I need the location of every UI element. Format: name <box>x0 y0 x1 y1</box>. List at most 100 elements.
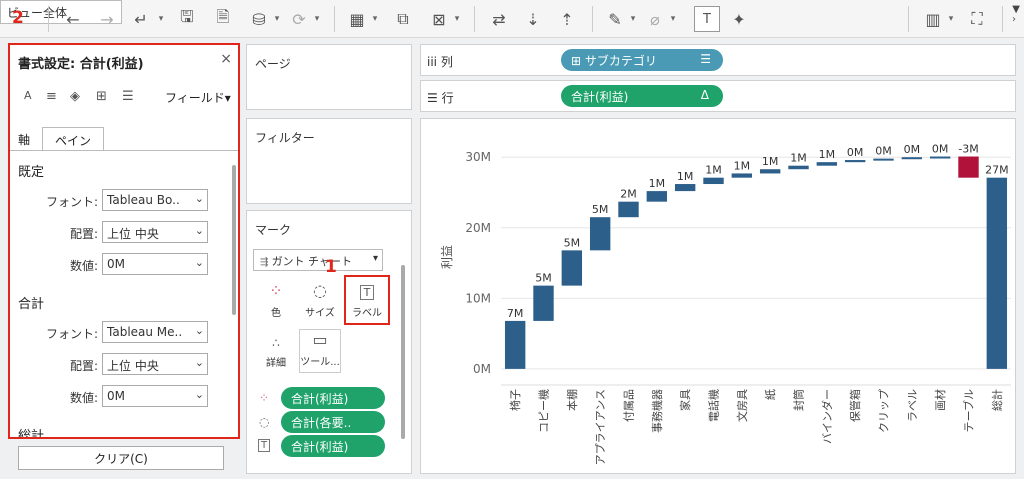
bar <box>618 201 639 218</box>
data-label: 7M <box>507 307 524 320</box>
chevron-down-icon[interactable]: ▾ <box>946 6 956 32</box>
swap-rows-columns-icon[interactable]: ⇄ <box>488 6 510 32</box>
chevron-down-icon[interactable]: ▾ <box>452 6 462 32</box>
lines-format-icon[interactable]: ☰ <box>122 89 134 104</box>
new-datasource-icon[interactable]: 🗎 <box>212 6 234 32</box>
x-tick-label: 電話機 <box>707 389 721 422</box>
chevron-down-icon: ⌄ <box>194 356 204 369</box>
section-default-title: 既定 <box>18 165 45 180</box>
size-button[interactable]: ◌ サイズ <box>299 279 341 323</box>
shading-format-icon[interactable]: ◈ <box>70 89 80 104</box>
more-icon[interactable]: › <box>1008 6 1020 32</box>
redo-icon[interactable]: ↵ <box>130 6 152 32</box>
alignment-select[interactable]: 上位 中央 ⌄ <box>102 221 208 243</box>
waterfall-chart: 0M 10M 20M 30M 利益 7M 椅子 5M コピー機 5M 本棚 5M アプライアンス 2M 付属… <box>440 143 1011 465</box>
data-label: 27M <box>985 164 1009 177</box>
chevron-down-icon: ⌄ <box>194 388 204 401</box>
tab-pane[interactable]: ペイン <box>42 127 105 151</box>
font-select[interactable]: Tableau Bo.. ⌄ <box>102 189 208 211</box>
clear-sheet-icon[interactable]: ⊠ <box>428 6 450 32</box>
sort-ascending-icon[interactable]: ⇣ <box>522 6 544 32</box>
rows-icon: ☰ <box>427 91 442 105</box>
tab-axis[interactable]: 軸 <box>14 127 34 151</box>
borders-format-icon[interactable]: ⊞ <box>96 89 107 104</box>
pause-update-icon[interactable]: ⛁ <box>248 6 270 32</box>
new-sheet-icon[interactable]: ▦ <box>346 6 368 32</box>
data-label: 1M <box>790 152 807 165</box>
close-icon[interactable]: × <box>220 51 232 67</box>
x-tick-label: 画材 <box>933 389 947 411</box>
chevron-down-icon[interactable]: ▾ <box>628 6 638 32</box>
clear-button[interactable]: クリア(C) <box>18 446 224 470</box>
forward-icon[interactable]: → <box>96 6 118 32</box>
pill-profit-label[interactable]: 合計(利益) <box>281 435 385 457</box>
columns-shelf[interactable]: iii 列 ⊞ サブカテゴリ ☰ <box>420 44 1016 76</box>
chevron-down-icon[interactable]: ▾ <box>272 6 282 32</box>
rows-shelf[interactable]: ☰ 行 合計(利益) Δ <box>420 80 1016 112</box>
alignment-label: 配置: <box>69 227 98 241</box>
alignment-format-icon[interactable]: ≡ <box>46 89 57 104</box>
sort-descending-icon[interactable]: ⇡ <box>556 6 578 32</box>
bar <box>958 156 979 178</box>
show-labels-icon[interactable]: T <box>694 6 720 32</box>
pages-shelf[interactable]: ページ <box>246 44 412 110</box>
tab-divider <box>10 150 238 151</box>
chevron-down-icon: ⌄ <box>194 192 204 205</box>
back-icon[interactable]: ← <box>62 6 84 32</box>
pin-icon[interactable]: ✦ <box>728 6 750 32</box>
data-label: 1M <box>819 148 836 161</box>
chevron-down-icon[interactable]: ▾ <box>312 6 322 32</box>
columns-icon: iii <box>427 55 441 69</box>
alignment-select[interactable]: 上位 中央 ⌄ <box>102 353 208 375</box>
filters-shelf[interactable]: フィルター <box>246 118 412 204</box>
color-button[interactable]: ⁘ 色 <box>255 279 297 323</box>
detail-button[interactable]: ∴ 詳細 <box>255 329 297 373</box>
presentation-icon[interactable]: ⛶ <box>966 6 988 32</box>
data-label: 1M <box>677 170 694 183</box>
chevron-down-icon: ▾ <box>372 253 378 264</box>
size-icon: ◌ <box>313 281 327 300</box>
duplicate-sheet-icon[interactable]: ⧉ <box>392 6 414 32</box>
chevron-down-icon[interactable]: ▾ <box>668 6 678 32</box>
x-tick-label: 紙 <box>763 389 777 400</box>
pill-subcategory[interactable]: ⊞ サブカテゴリ ☰ <box>561 49 723 71</box>
annotation-label-2: 2 <box>12 8 24 28</box>
pill-size[interactable]: 合計(各要.. <box>281 411 385 433</box>
pill-profit-color[interactable]: 合計(利益) <box>281 387 385 409</box>
toolbar: 2 ← → ↵ ▾ 🖫 🗎 ⛁ ▾ ⟳ ▾ ▦ ▾ ⧉ ⊠ ▾ ⇄ ⇣ ⇡ ✎ … <box>0 0 1024 38</box>
label-button[interactable]: T ラベル <box>344 275 390 325</box>
size-icon: ◌ <box>259 415 270 429</box>
color-icon: ⁘ <box>269 281 283 300</box>
data-label: 1M <box>705 164 722 177</box>
tooltip-button[interactable]: ▭ ツール... <box>299 329 341 373</box>
show-me-icon[interactable]: ▥ <box>922 6 944 32</box>
detail-button-label: 詳細 <box>266 358 286 369</box>
columns-shelf-label: iii 列 <box>427 55 453 69</box>
scrollbar[interactable] <box>401 265 405 439</box>
format-pane: 書式設定: 合計(利益) × A ≡ ◈ ⊞ ☰ フィールド▾ 軸 ペイン 既定… <box>8 43 240 439</box>
font-select[interactable]: Tableau Me.. ⌄ <box>102 321 208 343</box>
number-select[interactable]: 0M ⌄ <box>102 385 208 407</box>
mark-type-select[interactable]: ⇶ ガント チャート ▾ <box>253 249 383 271</box>
mark-type-value: ガント チャート <box>271 255 352 268</box>
number-select[interactable]: 0M ⌄ <box>102 253 208 275</box>
refresh-icon[interactable]: ⟳ <box>288 6 310 32</box>
bar <box>901 157 923 160</box>
font-label: フォント: <box>45 195 98 209</box>
font-format-icon[interactable]: A <box>24 89 32 102</box>
bar <box>561 250 583 286</box>
scrollbar[interactable] <box>232 165 236 315</box>
toolbar-separator <box>48 6 49 32</box>
bar <box>703 177 724 185</box>
data-label: 2M <box>620 188 637 201</box>
save-icon[interactable]: 🖫 <box>176 6 198 32</box>
data-label: 0M <box>904 143 921 156</box>
group-members-icon[interactable]: ⌀ <box>644 6 666 32</box>
highlight-icon[interactable]: ✎ <box>604 6 626 32</box>
chevron-down-icon: ⌄ <box>194 324 204 337</box>
tooltip-button-label: ツール... <box>300 357 340 368</box>
pill-profit-rows[interactable]: 合計(利益) Δ <box>561 85 723 107</box>
chevron-down-icon[interactable]: ▾ <box>156 6 166 32</box>
field-dropdown[interactable]: フィールド▾ <box>165 89 231 106</box>
chevron-down-icon[interactable]: ▾ <box>370 6 380 32</box>
